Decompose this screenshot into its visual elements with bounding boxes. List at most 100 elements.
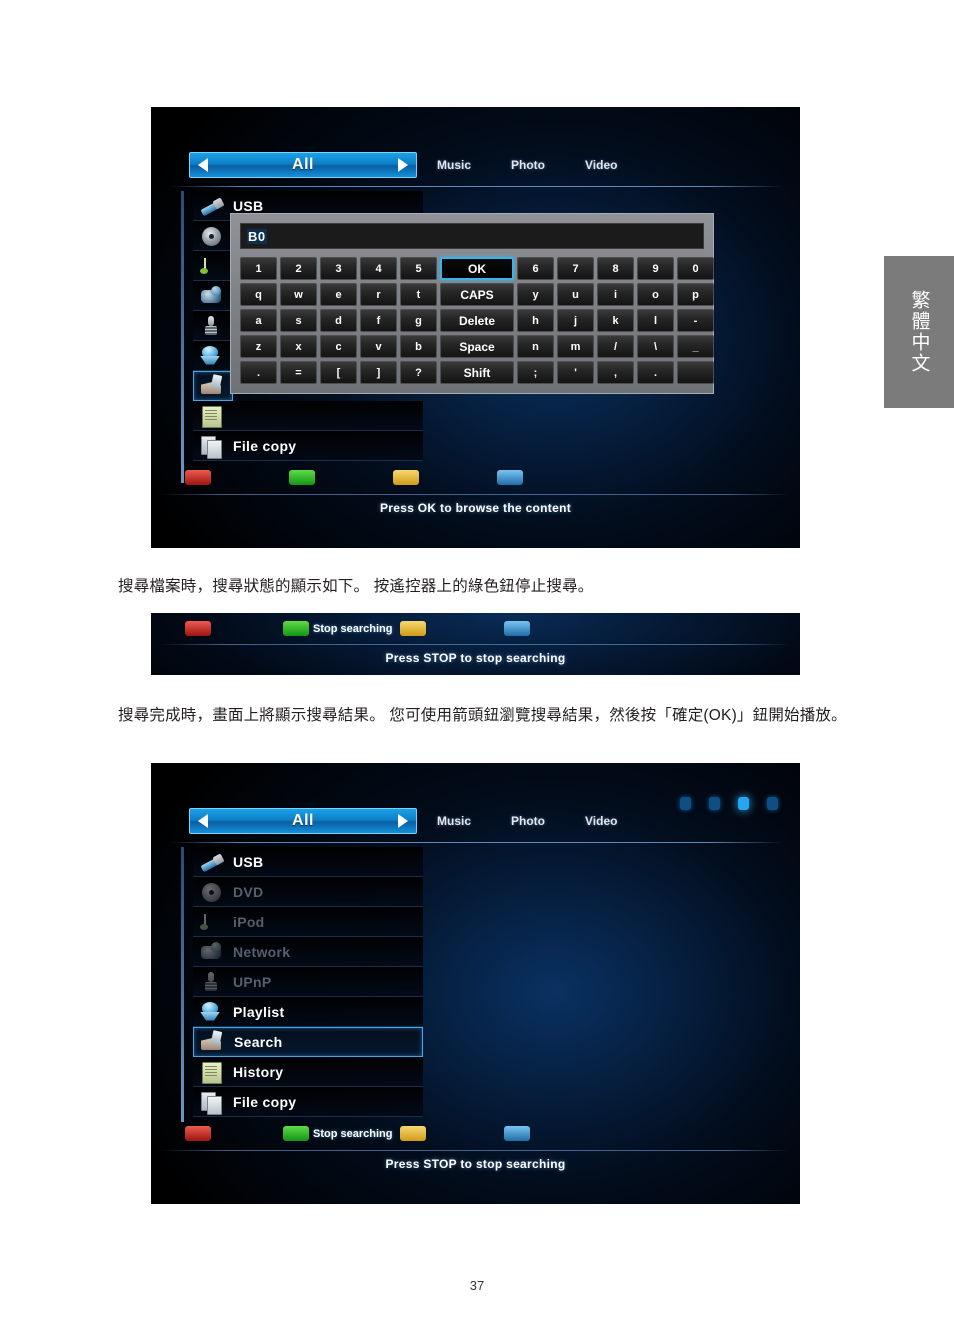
page-number: 37	[469, 1278, 485, 1293]
sidebar-item-file-copy[interactable]: File copy	[193, 1087, 423, 1117]
key-[interactable]: [	[320, 361, 357, 384]
sidebar-item-file-copy[interactable]: File copy	[193, 431, 423, 461]
key-1[interactable]: 1	[240, 257, 277, 280]
key-w[interactable]: w	[280, 283, 317, 306]
red-button[interactable]	[185, 621, 211, 636]
page-dot[interactable]	[680, 797, 691, 810]
key-o[interactable]: o	[637, 283, 674, 306]
key-blank[interactable]	[677, 361, 714, 384]
search-input[interactable]: B0	[240, 223, 704, 249]
sidebar-item-search[interactable]: Search	[193, 1027, 423, 1057]
blue-button[interactable]	[504, 1126, 531, 1141]
yellow-button[interactable]	[400, 1126, 427, 1141]
green-button[interactable]	[289, 470, 315, 485]
key-g[interactable]: g	[400, 309, 437, 332]
yellow-button[interactable]	[400, 621, 427, 636]
key-j[interactable]: j	[557, 309, 594, 332]
key-7[interactable]: 7	[557, 257, 594, 280]
sidebar-item-ipod[interactable]: iPod	[193, 907, 423, 937]
arrow-right-icon[interactable]	[398, 158, 408, 172]
sidebar-item-upnp[interactable]: UPnP	[193, 967, 423, 997]
sidebar-item-usb[interactable]: USB	[193, 847, 423, 877]
red-button[interactable]	[185, 470, 211, 485]
key-[interactable]: =	[280, 361, 317, 384]
green-button-stop-searching[interactable]: Stop searching	[283, 621, 392, 636]
key-ok[interactable]: OK	[440, 257, 514, 280]
key-v[interactable]: v	[360, 335, 397, 358]
sidebar-item-history[interactable]	[193, 401, 423, 431]
key-k[interactable]: k	[597, 309, 634, 332]
key-delete[interactable]: Delete	[440, 309, 514, 332]
green-button-stop-searching[interactable]: Stop searching	[283, 1126, 392, 1141]
key-r[interactable]: r	[360, 283, 397, 306]
key-s[interactable]: s	[280, 309, 317, 332]
key-caps[interactable]: CAPS	[440, 283, 514, 306]
key-i[interactable]: i	[597, 283, 634, 306]
key-[interactable]: _	[677, 335, 714, 358]
key-6[interactable]: 6	[517, 257, 554, 280]
tab-photo[interactable]: Photo	[511, 158, 545, 172]
yellow-button[interactable]	[393, 470, 419, 485]
key-u[interactable]: u	[557, 283, 594, 306]
key-a[interactable]: a	[240, 309, 277, 332]
key-z[interactable]: z	[240, 335, 277, 358]
key-3[interactable]: 3	[320, 257, 357, 280]
key-f[interactable]: f	[360, 309, 397, 332]
page-dot[interactable]	[709, 797, 720, 810]
blue-button[interactable]	[497, 470, 523, 485]
key-4[interactable]: 4	[360, 257, 397, 280]
arrow-left-icon[interactable]	[198, 158, 208, 172]
sidebar-item-history[interactable]: History	[193, 1057, 423, 1087]
tab-video[interactable]: Video	[585, 814, 617, 828]
key-d[interactable]: d	[320, 309, 357, 332]
key-9[interactable]: 9	[637, 257, 674, 280]
tab-music[interactable]: Music	[437, 814, 471, 828]
key-n[interactable]: n	[517, 335, 554, 358]
blue-button[interactable]	[504, 621, 531, 636]
key-space[interactable]: Space	[440, 335, 514, 358]
key-[interactable]: ?	[400, 361, 437, 384]
key-[interactable]: ;	[517, 361, 554, 384]
key-l[interactable]: l	[637, 309, 674, 332]
key-[interactable]: \	[637, 335, 674, 358]
filter-selector[interactable]: All	[189, 808, 417, 834]
key-8[interactable]: 8	[597, 257, 634, 280]
key-[interactable]: '	[557, 361, 594, 384]
key-shift[interactable]: Shift	[440, 361, 514, 384]
key-[interactable]: ,	[597, 361, 634, 384]
key-2[interactable]: 2	[280, 257, 317, 280]
sidebar-item-playlist[interactable]: Playlist	[193, 997, 423, 1027]
sidebar-item-search[interactable]	[193, 371, 233, 401]
key-q[interactable]: q	[240, 283, 277, 306]
key-c[interactable]: c	[320, 335, 357, 358]
key-[interactable]: -	[677, 309, 714, 332]
key-x[interactable]: x	[280, 335, 317, 358]
page-dot-active[interactable]	[738, 797, 749, 810]
sidebar-item-dvd[interactable]: DVD	[193, 877, 423, 907]
key-m[interactable]: m	[557, 335, 594, 358]
key-[interactable]: .	[637, 361, 674, 384]
tab-photo[interactable]: Photo	[511, 814, 545, 828]
tab-video[interactable]: Video	[585, 158, 617, 172]
copy-icon	[197, 433, 227, 459]
key-y[interactable]: y	[517, 283, 554, 306]
tab-music[interactable]: Music	[437, 158, 471, 172]
key-e[interactable]: e	[320, 283, 357, 306]
key-[interactable]: ]	[360, 361, 397, 384]
sidebar-item-network[interactable]: Network	[193, 937, 423, 967]
key-p[interactable]: p	[677, 283, 714, 306]
red-button[interactable]	[185, 1126, 211, 1141]
key-[interactable]: /	[597, 335, 634, 358]
key-[interactable]: .	[240, 361, 277, 384]
filter-selector[interactable]: All	[189, 152, 417, 178]
key-h[interactable]: h	[517, 309, 554, 332]
key-b[interactable]: b	[400, 335, 437, 358]
key-t[interactable]: t	[400, 283, 437, 306]
red-swatch-icon	[185, 1126, 211, 1141]
arrow-left-icon[interactable]	[198, 814, 208, 828]
key-0[interactable]: 0	[677, 257, 714, 280]
page-dot[interactable]	[767, 797, 778, 810]
arrow-right-icon[interactable]	[398, 814, 408, 828]
history-icon	[197, 403, 227, 429]
key-5[interactable]: 5	[400, 257, 437, 280]
